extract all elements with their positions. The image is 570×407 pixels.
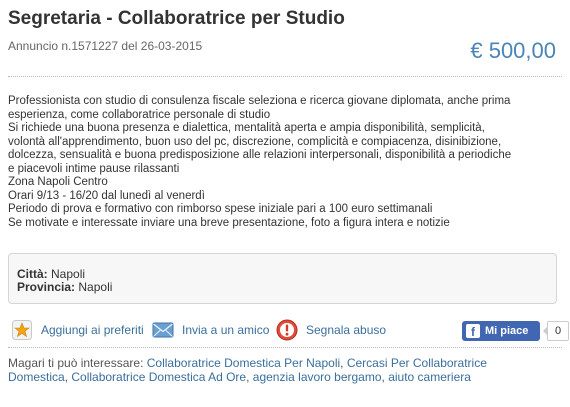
listing-title: Segretaria - Collaboratrice per Studio [8, 8, 345, 29]
add-favorites-button[interactable]: Aggiungi ai preferiti [11, 318, 144, 342]
facebook-icon: f [466, 324, 480, 338]
facebook-like-count: 0 [543, 321, 569, 341]
province-value: Napoli [78, 280, 113, 294]
related-link[interactable]: aiuto cameriera [388, 370, 471, 384]
description-line: volontà all'apprendimento, buon uso del … [8, 135, 502, 148]
listing-description: Professionista con studio di consulenza … [8, 95, 560, 230]
description-line: Si richiede una buona presenza e dialett… [8, 122, 485, 134]
description-line: Se motivate e interessate inviare una br… [8, 216, 450, 229]
facebook-like-label: Mi piace [485, 325, 529, 337]
description-line: Periodo di prova e formativo con rimbors… [8, 203, 433, 215]
description-line: dolcezza, sensualità e buona predisposiz… [8, 149, 512, 161]
envelope-icon [152, 319, 174, 341]
city-label: Città: [17, 267, 48, 281]
city-value: Napoli [51, 267, 86, 281]
action-bar: Aggiungi ai preferiti Invia a un amico S… [11, 318, 569, 344]
listing-price: € 500,00 [470, 38, 556, 63]
divider [8, 76, 562, 77]
related-prefix: Magari ti può interessare: [8, 356, 144, 370]
add-favorites-label: Aggiungi ai preferiti [41, 323, 144, 337]
report-abuse-label: Segnala abuso [306, 323, 387, 337]
related-link[interactable]: Collaboratrice Domestica Ad Ore [71, 370, 246, 384]
related-link[interactable]: agenzia lavoro bergamo [253, 370, 382, 384]
warning-icon [276, 319, 298, 341]
star-icon [11, 319, 33, 341]
description-line: Zona Napoli Centro [8, 176, 108, 188]
description-line: e piacevoli intime pause rilassanti [8, 162, 180, 175]
description-line: Professionista con studio di consulenza … [8, 95, 511, 107]
description-line: esperienza, come collaboratrice personal… [8, 108, 271, 121]
location-info-box: Città: Napoli Provincia: Napoli [8, 253, 557, 304]
related-listings: Magari ti può interessare: Collaboratric… [8, 356, 487, 384]
province-label: Provincia: [17, 280, 76, 294]
send-to-friend-label: Invia a un amico [182, 323, 270, 337]
divider [8, 347, 562, 348]
send-to-friend-button[interactable]: Invia a un amico [152, 318, 269, 342]
related-link[interactable]: Collaboratrice Domestica Per Napoli [147, 356, 340, 370]
description-line: Orari 9/13 - 16/20 dal lunedì al venerdì [8, 189, 205, 202]
ad-number-date: Annuncio n.1571227 del 26-03-2015 [8, 39, 203, 53]
report-abuse-button[interactable]: Segnala abuso [276, 318, 386, 342]
facebook-like-button[interactable]: f Mi piace [462, 321, 540, 341]
